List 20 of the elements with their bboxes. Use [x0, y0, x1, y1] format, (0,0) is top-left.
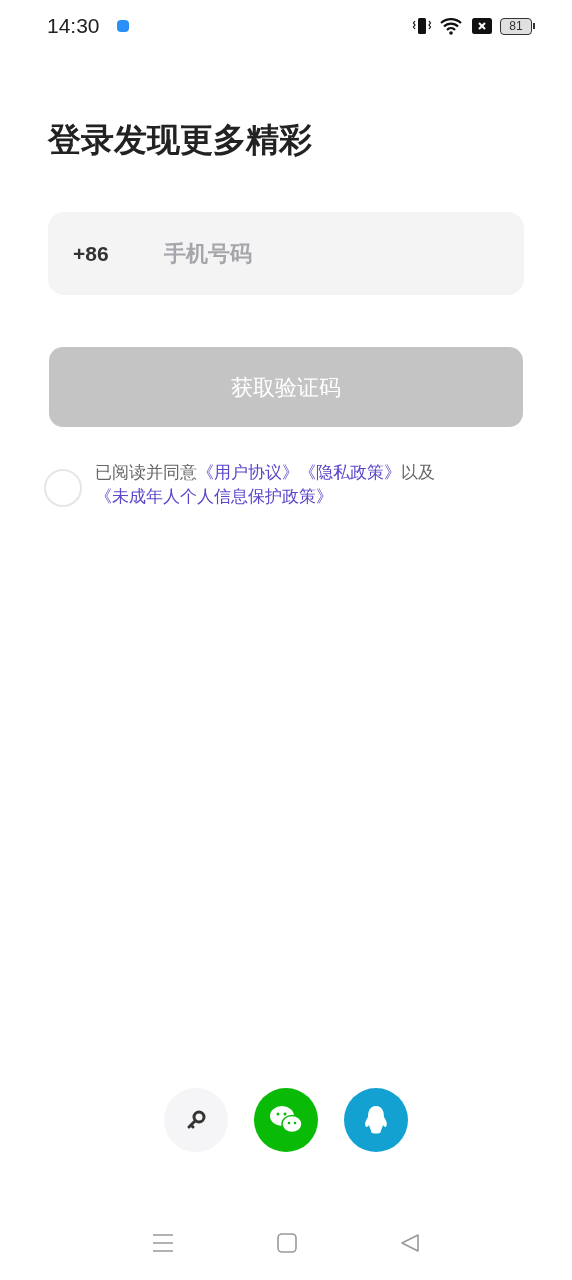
- page-title: 登录发现更多精彩: [48, 120, 313, 160]
- home-icon[interactable]: [277, 1233, 297, 1253]
- back-icon[interactable]: [400, 1233, 421, 1253]
- policy-link[interactable]: 《用户协议》: [197, 463, 299, 482]
- menu-icon[interactable]: [151, 1233, 174, 1253]
- status-time: 14:30: [47, 13, 100, 40]
- agreement-text: 已阅读并同意《用户协议》《隐私政策》以及 《未成年人个人信息保护政策》: [95, 462, 436, 508]
- chat-bubbles-icon: [268, 1105, 304, 1135]
- policy-link[interactable]: 《隐私政策》: [299, 463, 401, 482]
- vibrate-icon: [412, 17, 432, 35]
- policy-link[interactable]: 《未成年人个人信息保护政策》: [95, 487, 333, 506]
- agree-checkbox[interactable]: [44, 469, 82, 507]
- phone-input-field[interactable]: +86 手机号码: [48, 212, 524, 295]
- country-code[interactable]: +86: [73, 237, 164, 270]
- penguin-icon: [363, 1105, 389, 1135]
- no-sim-icon: [472, 18, 492, 34]
- battery-indicator: 81: [500, 17, 535, 35]
- key-icon: [185, 1109, 207, 1131]
- wifi-icon: [440, 17, 464, 35]
- app-notification-icon: [115, 19, 130, 33]
